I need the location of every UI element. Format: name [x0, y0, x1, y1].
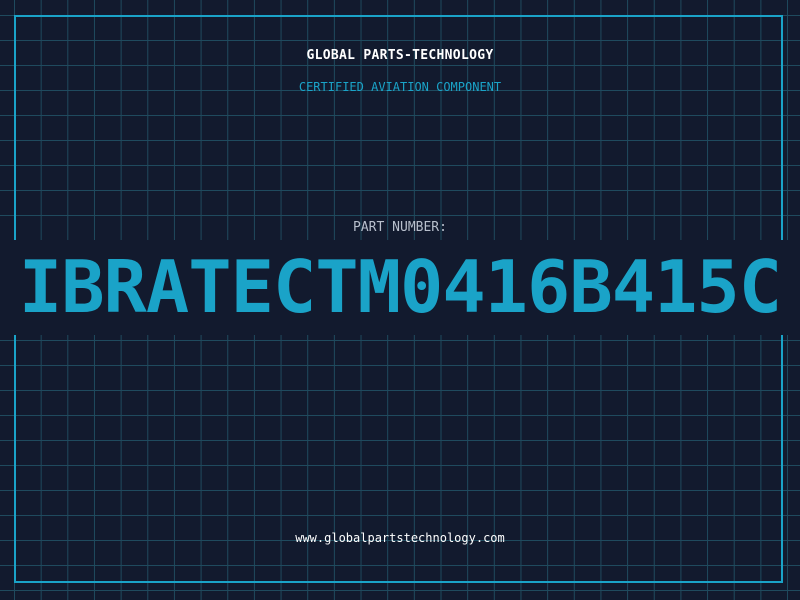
- company-name: GLOBAL PARTS-TECHNOLOGY: [306, 48, 494, 63]
- certification-tagline: CERTIFIED AVIATION COMPONENT: [298, 80, 502, 94]
- website-url: www.globalpartstechnology.com: [295, 531, 505, 545]
- part-number-label: PART NUMBER:: [353, 220, 447, 235]
- part-number-value: IBRATECTM0416B415C: [18, 245, 782, 329]
- part-number-band: IBRATECTM0416B415C: [0, 240, 800, 335]
